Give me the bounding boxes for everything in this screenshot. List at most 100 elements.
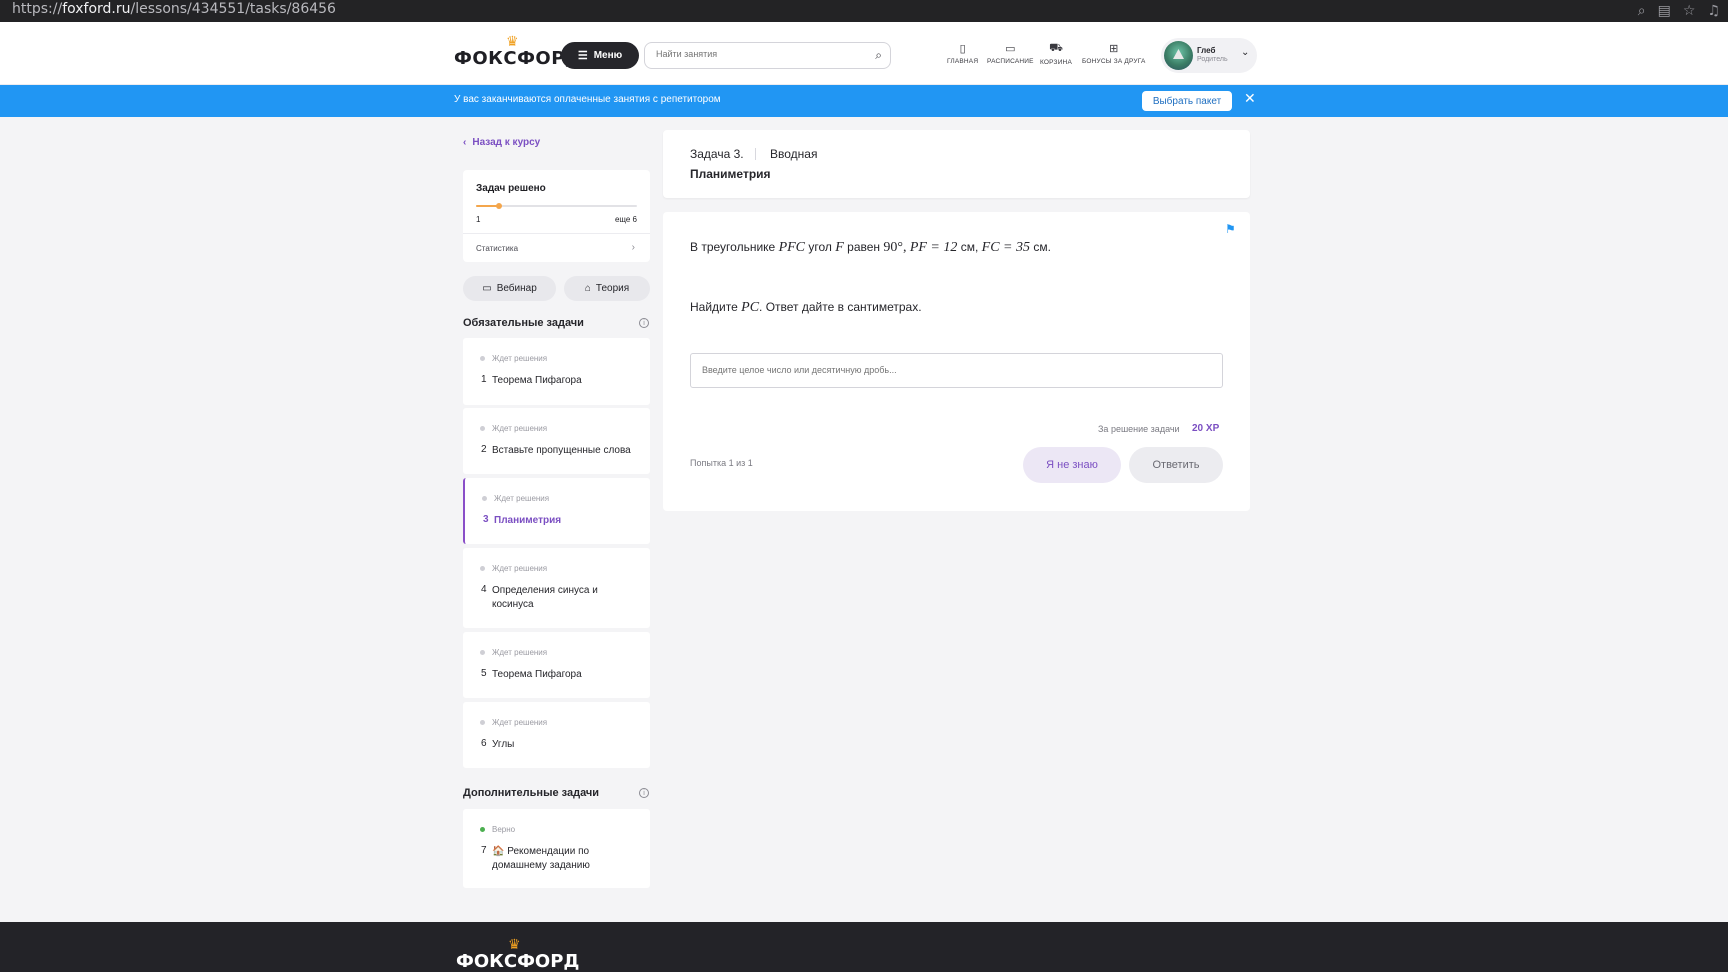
task-type: Вводная xyxy=(770,147,818,161)
q-text: Найдите xyxy=(690,300,738,314)
task-item-5[interactable]: Ждет решения 5 Теорема Пифагора xyxy=(463,632,650,698)
nav-cart-label: Корзина xyxy=(1040,59,1072,66)
divider xyxy=(755,148,756,160)
answer-field xyxy=(690,353,1223,388)
webinar-button[interactable]: ▭ Вебинар xyxy=(463,276,556,301)
theory-button[interactable]: ⌂ Теория xyxy=(564,276,650,301)
info-icon[interactable]: i xyxy=(639,788,649,798)
task-number: 7 xyxy=(481,845,487,856)
q-text: см. xyxy=(1033,240,1051,254)
task-number: 2 xyxy=(481,444,487,455)
chevron-right-icon[interactable]: › xyxy=(632,242,635,253)
task-status: Ждет решения xyxy=(492,564,548,573)
task-number: 1 xyxy=(481,374,487,385)
task-title: Теорема Пифагора xyxy=(492,669,582,680)
submit-answer-button[interactable]: Ответить xyxy=(1129,447,1223,483)
task-number: 6 xyxy=(481,738,487,749)
task-number: 3 xyxy=(483,514,489,525)
required-tasks-title: Обязательные задачи xyxy=(463,317,584,329)
task-title: Теорема Пифагора xyxy=(492,375,582,386)
task-number: 4 xyxy=(481,584,487,595)
nav-home[interactable]: ▯ Главная xyxy=(947,42,978,65)
task-status: Верно xyxy=(492,825,516,834)
choose-package-button[interactable]: Выбрать пакет xyxy=(1142,91,1232,111)
extra-tasks-title: Дополнительные задачи xyxy=(463,787,600,799)
site-footer: ФОКСФОРД ♛ xyxy=(0,922,1728,972)
back-label: Назад к курсу xyxy=(472,137,541,148)
task-header: Задача 3. Вводная Планиметрия xyxy=(663,130,1250,198)
task-item-6[interactable]: Ждет решения 6 Углы xyxy=(463,702,650,768)
task-title: Планиметрия xyxy=(690,167,771,181)
close-icon[interactable]: ✕ xyxy=(1244,90,1256,107)
footer-logo-text: ФОКСФОРД xyxy=(456,951,580,972)
statistics-link[interactable]: Статистика xyxy=(476,244,518,253)
zoom-icon[interactable]: ⌕ xyxy=(1638,3,1646,19)
task-item-7[interactable]: Верно 7 🏠 Рекомендации по домашнему зада… xyxy=(463,809,650,888)
flag-icon[interactable]: ⚑ xyxy=(1225,222,1236,236)
progress-bar xyxy=(476,203,637,209)
question-prompt: Найдите PC. Ответ дайте в сантиметрах. xyxy=(690,300,922,316)
browser-bar: https://foxford.ru/lessons/434551/tasks/… xyxy=(0,0,1728,22)
q-math: F xyxy=(835,240,844,255)
profile-name: Глеб xyxy=(1197,46,1216,55)
status-dot xyxy=(480,356,485,361)
url-prefix: https:// xyxy=(12,1,63,17)
task-status: Ждет решения xyxy=(492,718,548,727)
profile-role: Родитель xyxy=(1197,56,1228,63)
nav-cart[interactable]: ⛟ Корзина xyxy=(1040,42,1072,66)
question-text: В треугольнике PFC угол F равен 90°, PF … xyxy=(690,240,1051,256)
star-icon[interactable]: ☆ xyxy=(1683,3,1696,19)
q-math: 90°, xyxy=(883,240,907,255)
status-dot xyxy=(480,426,485,431)
task-item-3[interactable]: Ждет решения 3 Планиметрия xyxy=(463,478,650,544)
profile-menu[interactable]: Глеб Родитель ⌄ xyxy=(1161,38,1257,73)
nav-home-label: Главная xyxy=(947,58,979,65)
task-status: Ждет решения xyxy=(492,354,548,363)
back-to-course-link[interactable]: ‹ Назад к курсу xyxy=(463,137,540,148)
q-text: равен xyxy=(847,240,881,254)
nav-bonus-label: Бонусы за друга xyxy=(1082,58,1146,65)
chevron-left-icon: ‹ xyxy=(463,137,467,148)
search-box: ⌕ xyxy=(644,42,891,69)
status-dot xyxy=(480,720,485,725)
task-item-2[interactable]: Ждет решения 2 Вставьте пропущенные слов… xyxy=(463,408,650,474)
q-math: PFC xyxy=(778,240,806,255)
nav-bonus[interactable]: ⊞ Бонусы за друга xyxy=(1082,42,1146,65)
chevron-down-icon: ⌄ xyxy=(1241,47,1250,58)
solved-count: 1 xyxy=(476,215,481,224)
nav-schedule-label: Расписание xyxy=(987,58,1034,65)
task-status: Ждет решения xyxy=(492,424,548,433)
url-domain: foxford.ru xyxy=(62,1,131,17)
status-dot xyxy=(480,827,485,832)
menu-button[interactable]: ☰ Меню xyxy=(561,42,639,69)
notification-banner: У вас заканчиваются оплаченные занятия с… xyxy=(0,85,1728,117)
q-text: В треугольнике xyxy=(690,240,776,254)
url-path: /lessons/434551/tasks/86456 xyxy=(130,1,336,17)
info-icon[interactable]: i xyxy=(639,318,649,328)
dont-know-button[interactable]: Я не знаю xyxy=(1023,447,1121,483)
answer-input[interactable] xyxy=(702,365,1202,375)
nav-schedule[interactable]: ▭ Расписание xyxy=(987,42,1034,65)
task-item-4[interactable]: Ждет решения 4 Определения синуса и коси… xyxy=(463,548,650,628)
task-number: Задача 3. xyxy=(690,147,744,161)
cart-icon: ⛟ xyxy=(1049,42,1063,54)
status-dot xyxy=(480,650,485,655)
task-item-1[interactable]: Ждет решения 1 Теорема Пифагора xyxy=(463,338,650,405)
q-text: угол xyxy=(808,240,832,254)
site-header: ФОКСФОРД ♛ ☰ Меню ⌕ ▯ Главная ▭ Расписан… xyxy=(0,22,1728,85)
footer-logo[interactable]: ФОКСФОРД ♛ xyxy=(456,937,580,972)
divider xyxy=(463,233,650,234)
q-text: . Ответ дайте в сантиметрах. xyxy=(759,300,922,314)
search-input[interactable] xyxy=(656,49,856,59)
media-icon[interactable]: ♫ xyxy=(1707,3,1720,19)
q-math: PC xyxy=(741,300,760,315)
status-dot xyxy=(480,566,485,571)
search-icon[interactable]: ⌕ xyxy=(875,48,882,63)
reader-icon[interactable]: ▤ xyxy=(1658,3,1671,19)
address-bar[interactable]: https://foxford.ru/lessons/434551/tasks/… xyxy=(12,1,336,17)
home-icon: ▯ xyxy=(959,43,966,55)
q-math: PF = 12 xyxy=(909,240,958,255)
task-title: Определения синуса и косинуса xyxy=(492,585,598,610)
q-text: см, xyxy=(960,240,979,254)
task-status: Ждет решения xyxy=(492,648,548,657)
